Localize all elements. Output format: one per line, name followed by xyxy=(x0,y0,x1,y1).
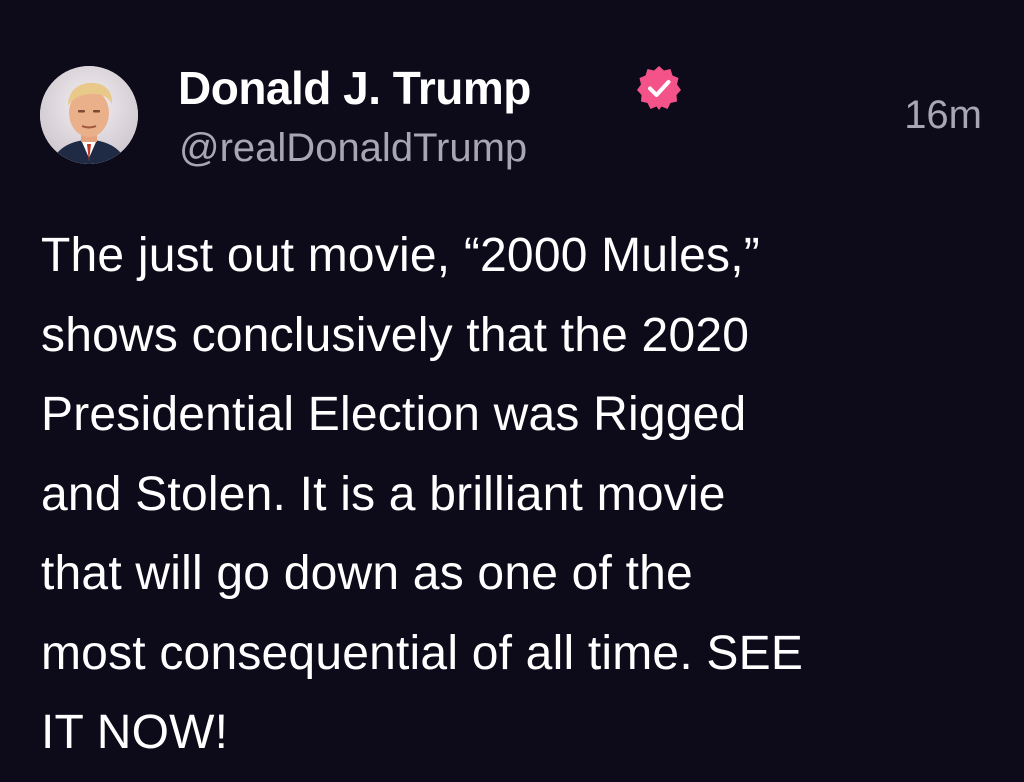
post-body-line: and Stolen. It is a brilliant movie xyxy=(41,467,726,521)
post-body-line: IT NOW! xyxy=(41,706,229,759)
post-body-line: The just out movie, “2000 Mules,” xyxy=(41,229,760,282)
post-body: The just out movie, “2000 Mules,” shows … xyxy=(41,216,991,773)
post-body-line: most consequential of all time. SEE xyxy=(41,626,804,680)
post-card: Donald J. Trump @realDonaldTrump 16m The… xyxy=(0,0,1024,782)
verified-badge-icon xyxy=(637,66,681,110)
post-body-line: Presidential Election was Rigged xyxy=(41,388,747,441)
post-body-line: that will go down as one of the xyxy=(41,547,693,600)
author-handle[interactable]: @realDonaldTrump xyxy=(179,123,527,173)
post-body-line: shows conclusively that the 2020 xyxy=(41,308,750,362)
avatar[interactable] xyxy=(40,66,138,164)
profile-photo-icon xyxy=(40,66,138,164)
post-timestamp[interactable]: 16m xyxy=(904,90,982,140)
author-display-name[interactable]: Donald J. Trump xyxy=(178,60,531,116)
